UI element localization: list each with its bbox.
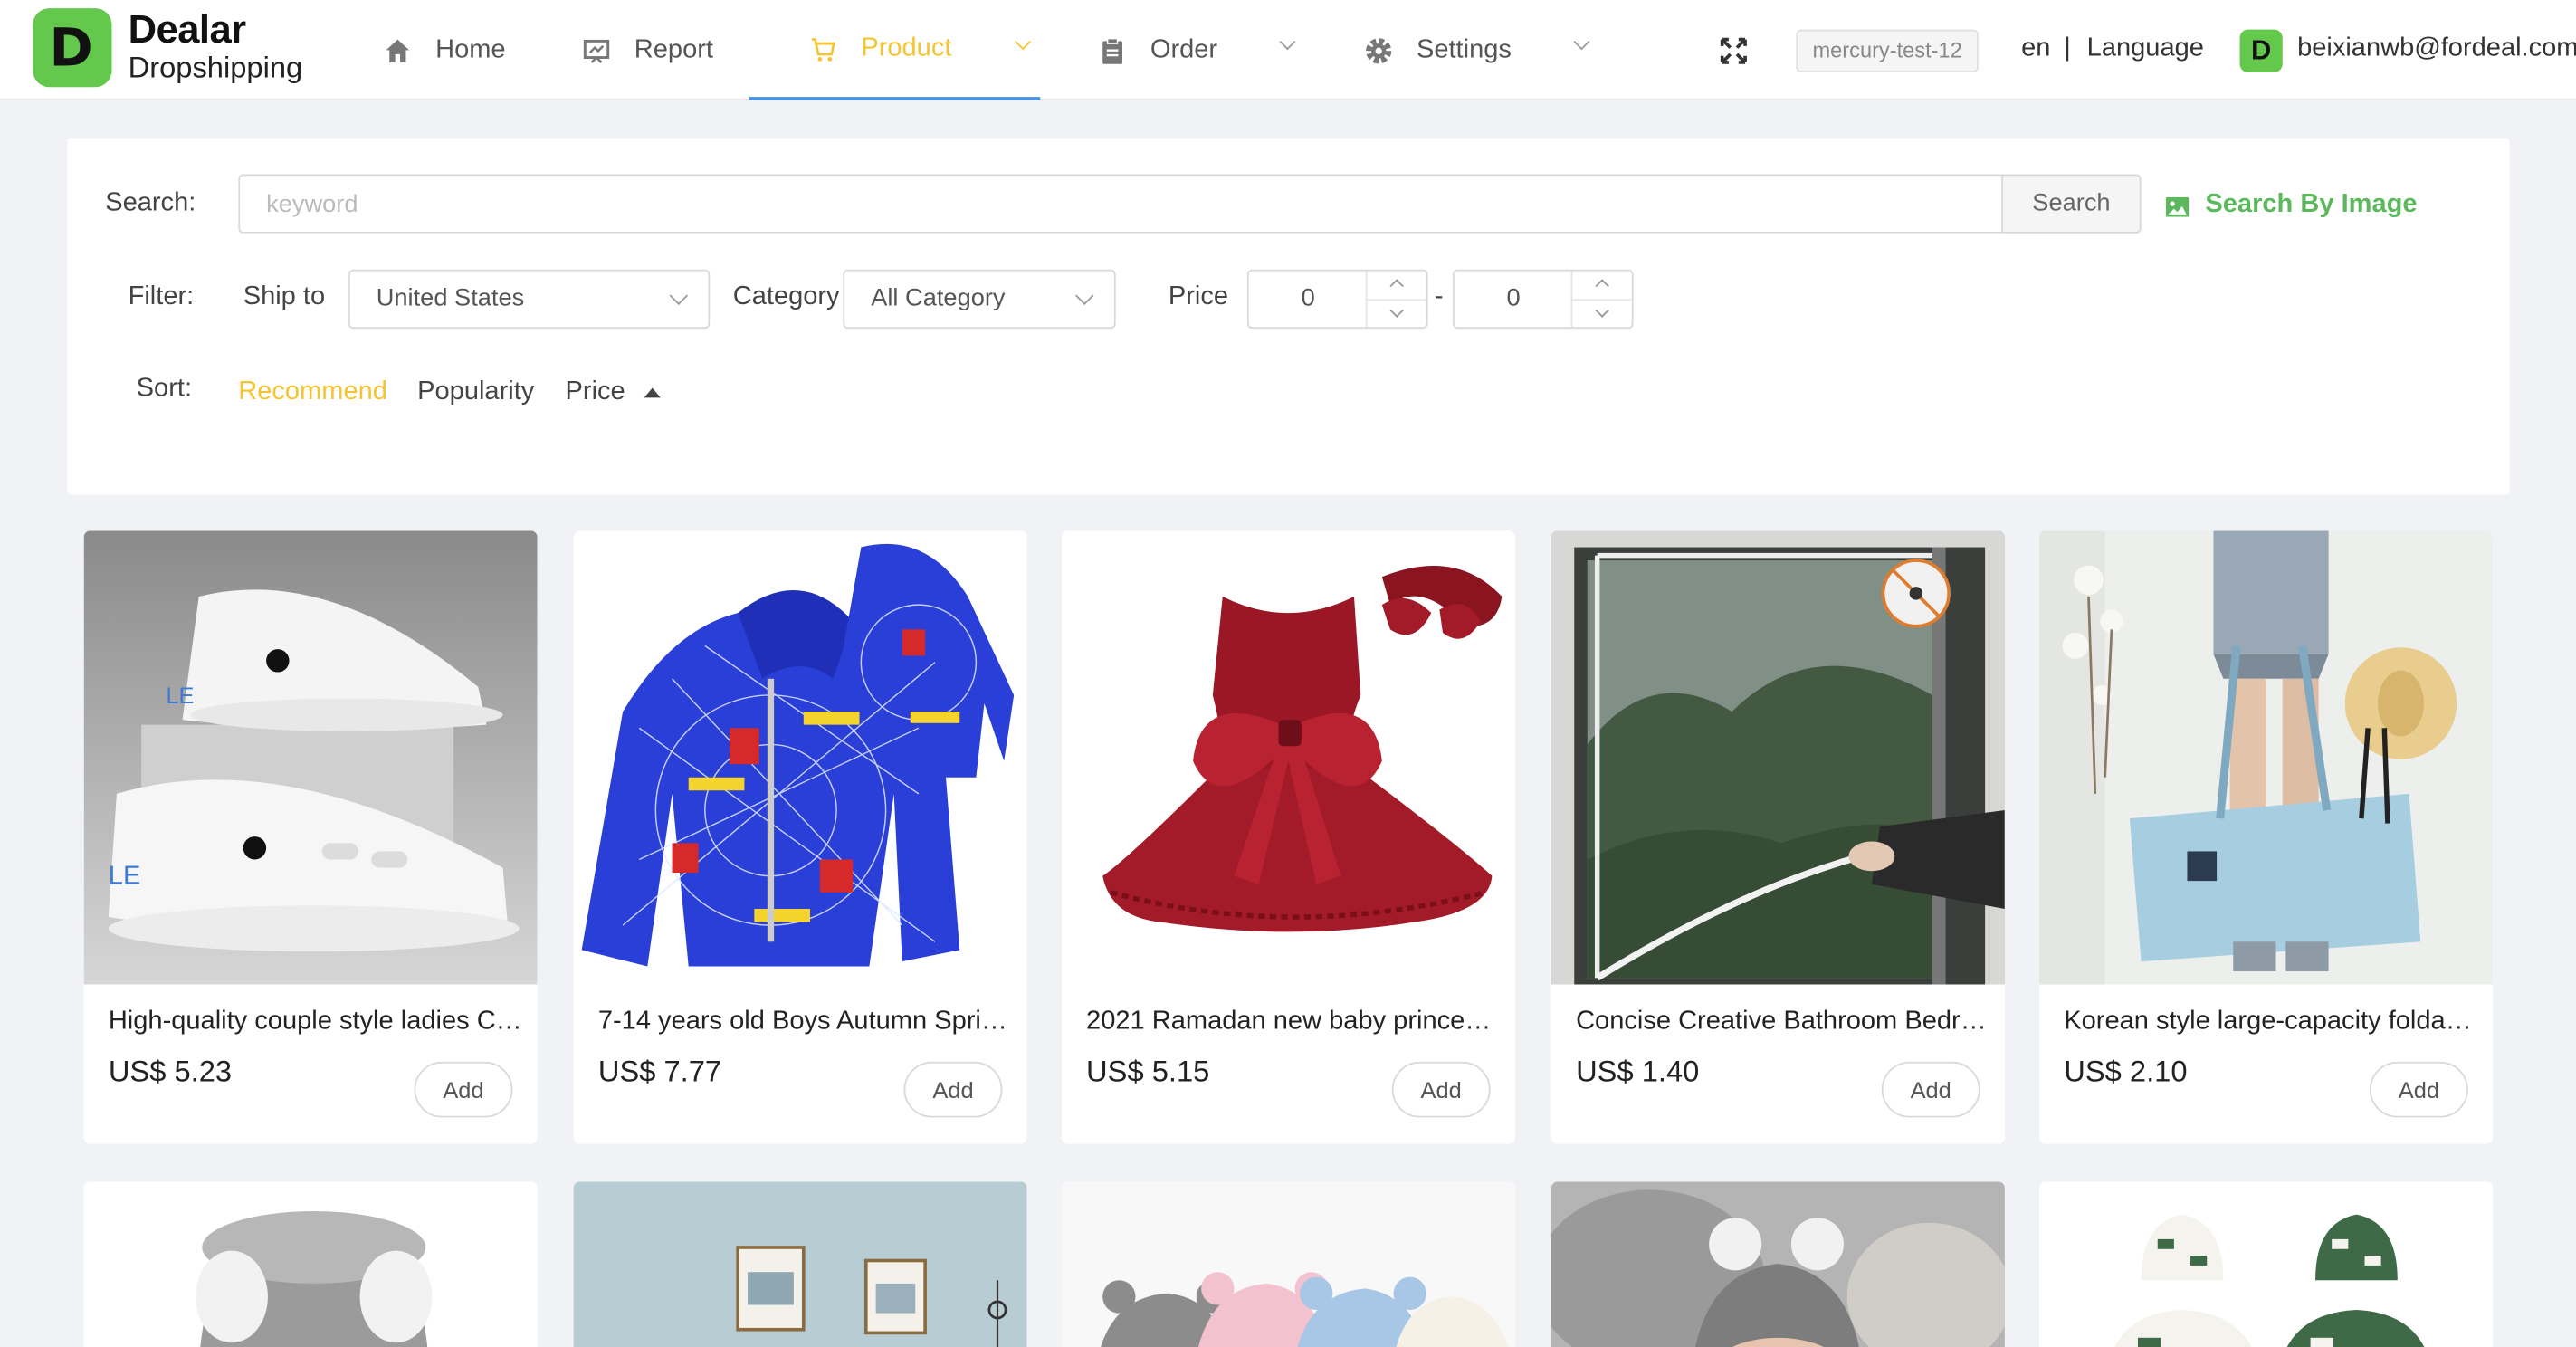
decrement-icon[interactable]: [1572, 299, 1632, 327]
language-switcher[interactable]: Language: [2087, 34, 2204, 64]
product-price: US$ 7.77: [597, 1055, 722, 1088]
product-image[interactable]: [573, 530, 1027, 985]
price-label: Price: [1168, 282, 1229, 311]
shopping-cart-icon: [808, 33, 838, 63]
product-title[interactable]: Concise Creative Bathroom Bedro...: [1576, 1008, 1990, 1037]
ship-to-select[interactable]: United States: [348, 269, 711, 330]
image-icon: [2165, 196, 2190, 217]
tenant-tag[interactable]: mercury-test-12: [1796, 29, 1979, 72]
product-card[interactable]: LE LE High-quality couple style ladies C…: [83, 530, 538, 1144]
add-button[interactable]: Add: [1881, 1061, 1980, 1118]
price-min-value: 0: [1301, 284, 1315, 312]
add-button[interactable]: Add: [1391, 1061, 1491, 1118]
product-image[interactable]: [1061, 1181, 1515, 1347]
product-image[interactable]: [1550, 530, 2005, 985]
price-max-value: 0: [1506, 284, 1521, 312]
brand-title: Dealar: [128, 7, 247, 53]
product-image[interactable]: [573, 1181, 1027, 1347]
product-image[interactable]: [1550, 1181, 2005, 1347]
product-card[interactable]: Korean style large-capacity foldabl... U…: [2039, 530, 2494, 1144]
filter-label: Filter:: [128, 282, 195, 311]
search-by-image-button[interactable]: Search By Image: [2165, 190, 2418, 221]
category-select[interactable]: All Category: [843, 269, 1116, 330]
language-separator: |: [2064, 34, 2071, 62]
increment-icon[interactable]: [1367, 272, 1426, 300]
search-input[interactable]: [238, 174, 2004, 234]
search-button[interactable]: Search: [2001, 174, 2142, 234]
product-image[interactable]: [1061, 530, 1515, 985]
order-chevron-down-icon[interactable]: [1278, 36, 1294, 53]
nav-product-label: Product: [861, 33, 952, 62]
nav-order-label: Order: [1150, 35, 1218, 63]
language-code[interactable]: en: [2021, 34, 2050, 64]
product-price: US$ 1.40: [1576, 1055, 1700, 1088]
brand-subtitle: Dropshipping: [128, 51, 303, 85]
product-card[interactable]: [1550, 1181, 2005, 1347]
nav-report[interactable]: Report: [582, 0, 713, 100]
product-title[interactable]: 2021 Ramadan new baby princess ...: [1086, 1008, 1501, 1037]
top-header: D Dealar Dropshipping Home Report Produc…: [0, 0, 2576, 100]
chevron-down-icon: [1074, 286, 1094, 306]
product-image[interactable]: LE LE: [83, 530, 538, 985]
fullscreen-icon[interactable]: [1719, 36, 1749, 66]
product-title[interactable]: Korean style large-capacity foldabl...: [2064, 1008, 2478, 1037]
product-card[interactable]: [1061, 1181, 1515, 1347]
price-range-separator: -: [1434, 282, 1444, 311]
nav-settings[interactable]: Settings: [1364, 0, 1512, 100]
settings-chevron-down-icon[interactable]: [1572, 36, 1589, 53]
report-icon: [582, 35, 612, 65]
sort-popularity[interactable]: Popularity: [417, 378, 534, 408]
sort-ascending-icon[interactable]: [644, 387, 661, 398]
decrement-icon[interactable]: [1367, 299, 1426, 327]
add-button[interactable]: Add: [903, 1061, 1003, 1118]
gear-icon: [1364, 35, 1394, 65]
product-card[interactable]: [2039, 1181, 2494, 1347]
brand-logo[interactable]: D Dealar Dropshipping: [33, 7, 303, 88]
product-price: US$ 2.10: [2064, 1055, 2188, 1088]
search-label: Search:: [105, 188, 196, 217]
product-card[interactable]: Concise Creative Bathroom Bedro... US$ 1…: [1550, 530, 2005, 1144]
nav-settings-label: Settings: [1416, 35, 1512, 63]
product-image[interactable]: [2039, 1181, 2494, 1347]
category-label: Category: [732, 282, 840, 311]
price-max-input[interactable]: 0: [1452, 269, 1634, 330]
product-chevron-down-icon[interactable]: [1014, 36, 1030, 53]
nav-home[interactable]: Home: [383, 0, 506, 100]
product-card[interactable]: [83, 1181, 538, 1347]
nav-product[interactable]: Product: [749, 0, 1041, 100]
ship-to-label: Ship to: [243, 282, 326, 311]
sort-recommend[interactable]: Recommend: [238, 378, 387, 408]
product-card[interactable]: [573, 1181, 1027, 1347]
nav-report-label: Report: [634, 35, 713, 63]
product-title[interactable]: High-quality couple style ladies Cr...: [109, 1008, 523, 1037]
nav-home-label: Home: [435, 35, 506, 63]
product-card[interactable]: 2021 Ramadan new baby princess ... US$ 5…: [1061, 530, 1515, 1144]
increment-icon[interactable]: [1572, 272, 1631, 300]
svg-text:LE: LE: [166, 683, 194, 709]
ship-to-value: United States: [376, 284, 525, 312]
price-min-input[interactable]: 0: [1246, 269, 1428, 330]
product-card[interactable]: 7-14 years old Boys Autumn Sprin... US$ …: [573, 530, 1027, 1144]
nav-order[interactable]: Order: [1098, 0, 1217, 100]
filter-panel: Search: Search Search By Image Filter: S…: [67, 138, 2510, 495]
home-icon: [383, 35, 413, 65]
clipboard-icon: [1098, 35, 1128, 65]
sort-price[interactable]: Price: [566, 378, 625, 408]
add-button[interactable]: Add: [414, 1061, 513, 1118]
logo-letter: D: [49, 16, 93, 80]
product-price: US$ 5.15: [1086, 1055, 1210, 1088]
user-email[interactable]: beixianwb@fordeal.com: [2297, 34, 2576, 64]
svg-text:LE: LE: [109, 862, 141, 891]
search-by-image-label: Search By Image: [2205, 190, 2418, 219]
product-image[interactable]: [2039, 530, 2494, 985]
product-price: US$ 5.23: [108, 1055, 233, 1088]
logo-mark: D: [33, 8, 112, 88]
add-button[interactable]: Add: [2369, 1061, 2468, 1118]
product-title[interactable]: 7-14 years old Boys Autumn Sprin...: [598, 1008, 1013, 1037]
category-value: All Category: [871, 284, 1006, 312]
sort-label: Sort:: [136, 374, 193, 403]
product-image[interactable]: [83, 1181, 538, 1347]
avatar[interactable]: D: [2239, 29, 2283, 72]
chevron-down-icon: [669, 286, 689, 306]
